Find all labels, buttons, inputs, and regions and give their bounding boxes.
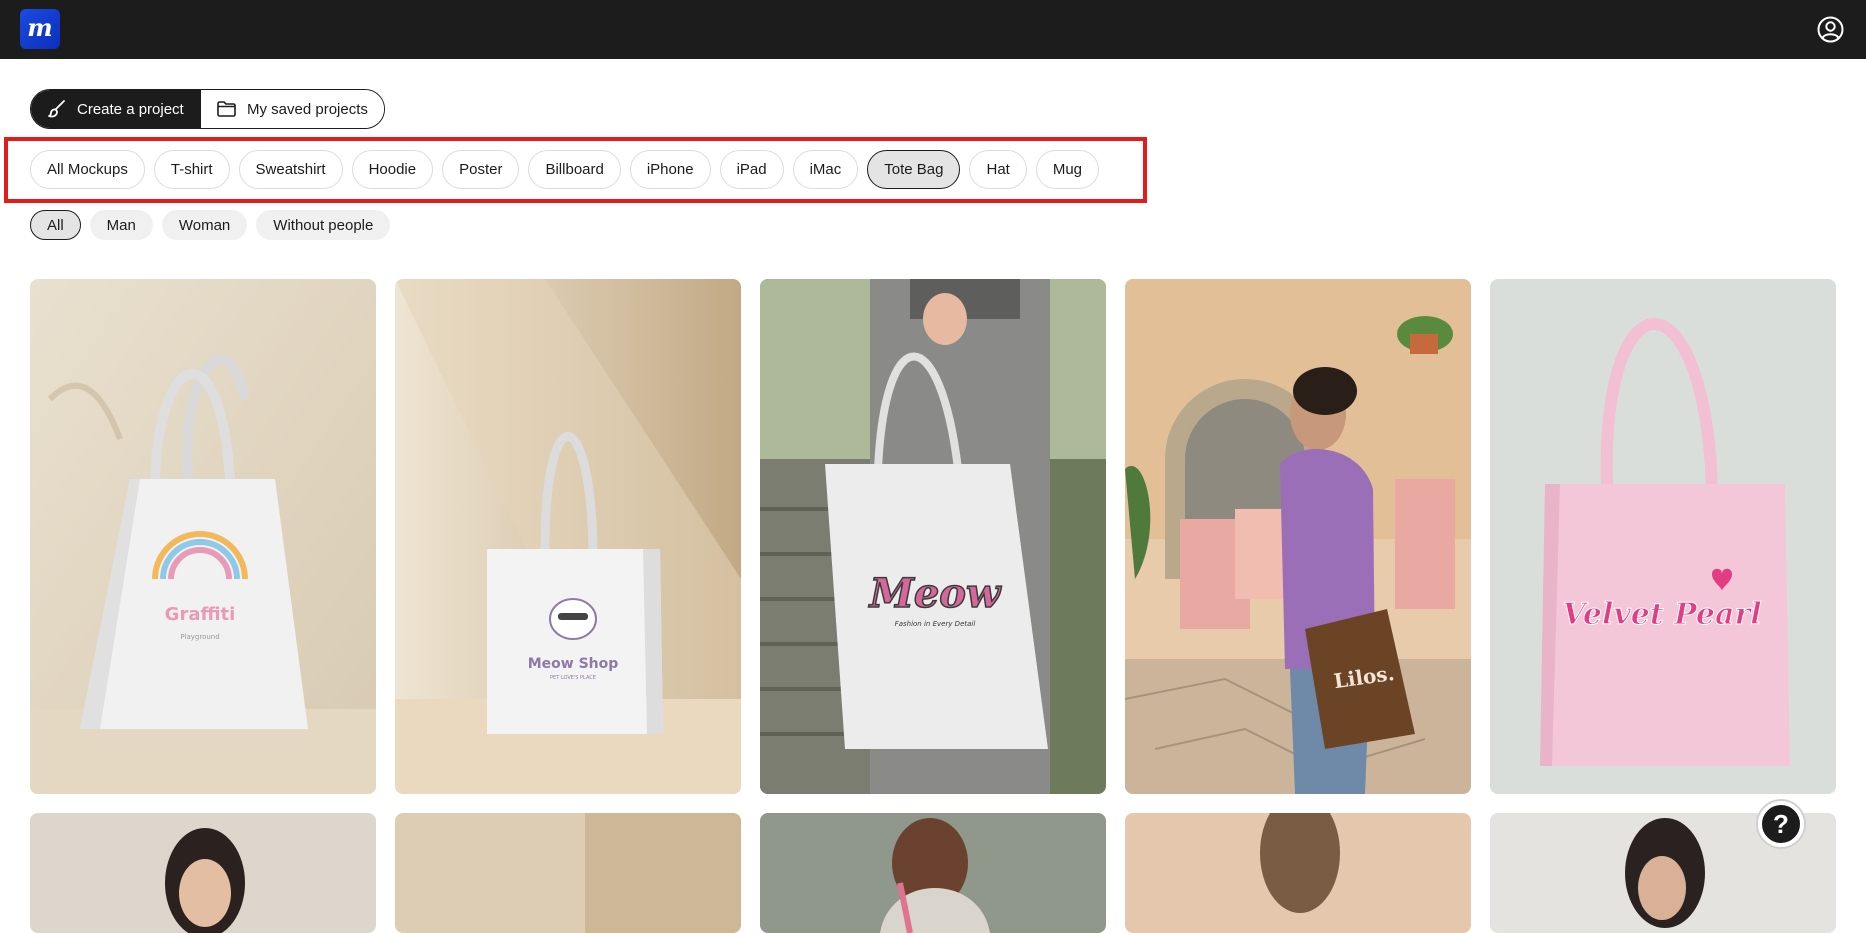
graffiti-design-text: Graffiti xyxy=(165,604,236,625)
category-poster[interactable]: Poster xyxy=(442,150,520,189)
category-imac[interactable]: iMac xyxy=(792,150,859,189)
category-sweatshirt[interactable]: Sweatshirt xyxy=(238,150,343,189)
category-billboard[interactable]: Billboard xyxy=(528,150,621,189)
category-mug[interactable]: Mug xyxy=(1035,150,1100,189)
category-hoodie[interactable]: Hoodie xyxy=(351,150,434,189)
mockup-card-velvet-pearl[interactable]: Velvet Pearl xyxy=(1490,279,1836,794)
folder-icon xyxy=(217,101,236,117)
meow-design-text: Meow xyxy=(868,570,1002,617)
help-icon: ? xyxy=(1773,808,1789,839)
category-all-mockups[interactable]: All Mockups xyxy=(30,150,145,189)
graffiti-design-subtext: Playground xyxy=(180,633,219,641)
meow-design-subtext: Fashion in Every Detail xyxy=(895,620,976,628)
meow-shop-design-text: Meow Shop xyxy=(528,656,619,672)
account-icon[interactable] xyxy=(1817,16,1844,43)
mockup-card-meow-shop[interactable]: Meow Shop PET LOVE'S PLACE xyxy=(395,279,741,794)
category-chips: All Mockups T-shirt Sweatshirt Hoodie Po… xyxy=(30,150,1100,189)
mockup-card-lilos[interactable]: Lilos. xyxy=(1125,279,1471,794)
filter-all[interactable]: All xyxy=(30,210,81,240)
people-filter-chips: All Man Woman Without people xyxy=(30,210,391,240)
mockup-card-row2-3[interactable] xyxy=(760,813,1106,933)
brush-icon xyxy=(48,100,65,118)
mockup-card-graffiti[interactable]: Graffiti Playground xyxy=(30,279,376,794)
mockup-card-row2-2[interactable] xyxy=(395,813,741,933)
filter-without-people[interactable]: Without people xyxy=(256,210,391,240)
saved-projects-label: My saved projects xyxy=(247,100,368,118)
meow-shop-design-subtext: PET LOVE'S PLACE xyxy=(550,675,596,681)
category-hat[interactable]: Hat xyxy=(969,150,1027,189)
category-ipad[interactable]: iPad xyxy=(719,150,784,189)
mockup-card-row2-1[interactable] xyxy=(30,813,376,933)
create-project-label: Create a project xyxy=(77,100,184,118)
category-t-shirt[interactable]: T-shirt xyxy=(153,150,230,189)
category-iphone[interactable]: iPhone xyxy=(629,150,711,189)
app-logo[interactable]: m xyxy=(20,9,60,49)
mockup-grid: Graffiti Playground Meow Shop PET LOVE'S… xyxy=(30,279,1836,933)
category-tote-bag[interactable]: Tote Bag xyxy=(867,150,961,189)
create-project-tab[interactable]: Create a project xyxy=(31,90,201,128)
filter-man[interactable]: Man xyxy=(89,210,153,240)
filter-woman[interactable]: Woman xyxy=(161,210,248,240)
velvet-pearl-design-text: Velvet Pearl xyxy=(1562,597,1761,632)
top-bar: m xyxy=(0,0,1866,59)
project-tabs: Create a project My saved projects xyxy=(30,89,385,129)
saved-projects-tab[interactable]: My saved projects xyxy=(201,90,384,128)
mockup-card-row2-4[interactable] xyxy=(1125,813,1471,933)
logo-letter: m xyxy=(27,12,53,42)
help-button[interactable]: ? xyxy=(1758,801,1804,847)
mockup-card-meow-held[interactable]: Meow Fashion in Every Detail xyxy=(760,279,1106,794)
